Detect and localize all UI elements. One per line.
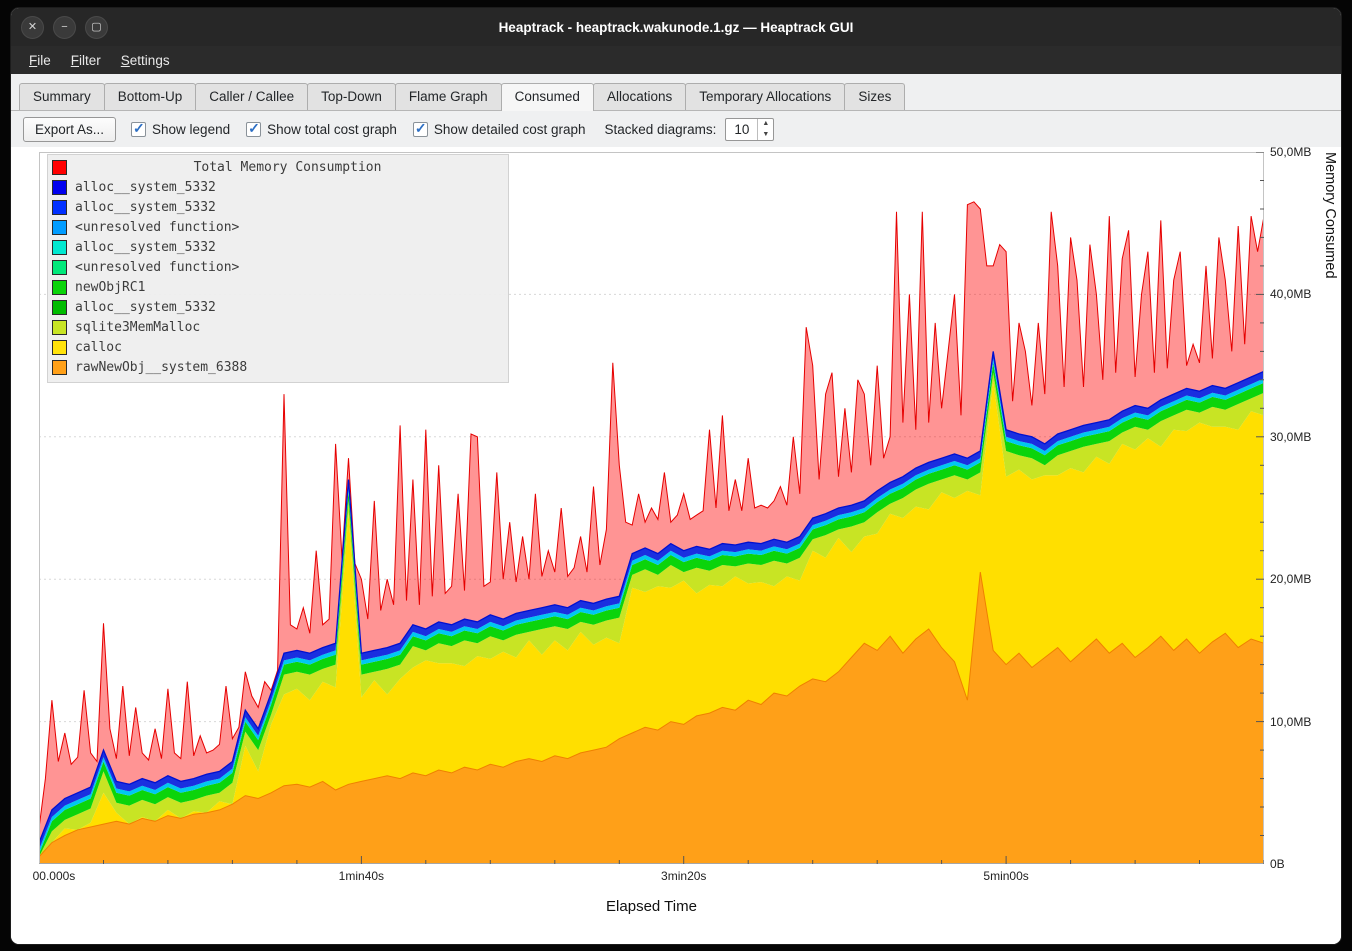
legend-swatch [52,260,67,275]
y-tick-label: 0B [1270,857,1285,871]
checkbox-show-total-cost-graph[interactable]: Show total cost graph [246,122,397,137]
x-tick-label: 5min00s [983,869,1028,883]
menu-settings[interactable]: Settings [111,49,180,72]
screen-background: ✕ − ▢ Heaptrack - heaptrack.wakunode.1.g… [0,0,1352,951]
legend-swatch [52,180,67,195]
legend-label: alloc__system_5332 [75,300,216,315]
checkbox-label: Show detailed cost graph [434,122,586,137]
legend-swatch-total [52,160,67,175]
legend-item: rawNewObj__system_6388 [52,360,500,375]
checkbox-label: Show legend [152,122,230,137]
maximize-icon: ▢ [91,22,101,33]
legend-label: alloc__system_5332 [75,180,216,195]
legend-label: sqlite3MemMalloc [75,320,200,335]
legend-item: newObjRC1 [52,280,500,295]
close-button[interactable]: ✕ [21,16,44,39]
stacked-diagrams-spinbox[interactable]: 10 ▲ ▼ [725,118,774,141]
legend-item: <unresolved function> [52,260,500,275]
legend-item: alloc__system_5332 [52,180,500,195]
legend-swatch [52,220,67,235]
x-tick-label: 3min20s [661,869,706,883]
app-window: ✕ − ▢ Heaptrack - heaptrack.wakunode.1.g… [10,7,1342,945]
spinbox-down-arrow[interactable]: ▼ [758,129,773,140]
checkbox-show-legend[interactable]: Show legend [131,122,230,137]
stacked-diagrams-label: Stacked diagrams: [605,122,717,137]
x-tick-label: 00.000s [33,869,76,883]
menu-file[interactable]: File [19,49,61,72]
legend-item: <unresolved function> [52,220,500,235]
y-tick-label: 50,0MB [1270,145,1311,159]
y-tick-label: 10,0MB [1270,715,1311,729]
legend-label: calloc [75,340,122,355]
tab-consumed[interactable]: Consumed [501,83,594,111]
legend-item: sqlite3MemMalloc [52,320,500,335]
tab-temporary-allocations[interactable]: Temporary Allocations [685,83,845,110]
toolbar: Export As... Show legend Show total cost … [11,111,1341,147]
x-axis-title: Elapsed Time [39,898,1264,915]
legend-swatch [52,340,67,355]
x-tick-label: 1min40s [339,869,384,883]
legend-swatch [52,300,67,315]
legend-label: newObjRC1 [75,280,145,295]
tabbar: SummaryBottom-UpCaller / CalleeTop-DownF… [11,74,1341,111]
minimize-button[interactable]: − [53,16,76,39]
y-tick-label: 20,0MB [1270,572,1311,586]
checkbox-label: Show total cost graph [267,122,397,137]
checkbox-box[interactable] [131,122,146,137]
titlebar: ✕ − ▢ Heaptrack - heaptrack.wakunode.1.g… [11,8,1341,46]
legend-swatch [52,280,67,295]
export-as-button[interactable]: Export As... [23,117,116,142]
tab-summary[interactable]: Summary [19,83,105,110]
legend-label: rawNewObj__system_6388 [75,360,247,375]
window-title: Heaptrack - heaptrack.wakunode.1.gz — He… [11,20,1341,35]
legend-title-row: Total Memory Consumption [52,160,500,175]
tab-flame-graph[interactable]: Flame Graph [395,83,502,110]
legend-swatch [52,320,67,335]
tab-allocations[interactable]: Allocations [593,83,686,110]
legend-item: alloc__system_5332 [52,240,500,255]
legend-item: alloc__system_5332 [52,200,500,215]
legend-label: alloc__system_5332 [75,240,216,255]
spinbox-arrows: ▲ ▼ [757,119,773,140]
minimize-icon: − [61,22,67,33]
toolbar-checkboxes: Show legend Show total cost graph Show det… [131,122,586,137]
y-axis-title: Memory Consumed [1322,152,1338,864]
legend-swatch [52,240,67,255]
legend-item: alloc__system_5332 [52,300,500,315]
legend-label: alloc__system_5332 [75,200,216,215]
tab-sizes[interactable]: Sizes [844,83,905,110]
spinbox-up-arrow[interactable]: ▲ [758,119,773,130]
y-tick-label: 40,0MB [1270,287,1311,301]
checkbox-box[interactable] [246,122,261,137]
checkbox-box[interactable] [413,122,428,137]
y-axis-labels: 0B10,0MB20,0MB30,0MB40,0MB50,0MB [1270,152,1330,864]
legend-label: <unresolved function> [75,260,239,275]
menubar: FileFilterSettings [11,46,1341,74]
tab-top-down[interactable]: Top-Down [307,83,396,110]
window-controls: ✕ − ▢ [21,16,108,39]
legend-swatch [52,360,67,375]
spinbox-value[interactable]: 10 [726,119,757,140]
checkbox-show-detailed-cost-graph[interactable]: Show detailed cost graph [413,122,586,137]
tab-bottom-up[interactable]: Bottom-Up [104,83,197,110]
legend-swatch [52,200,67,215]
menu-filter[interactable]: Filter [61,49,111,72]
x-axis-labels: 00.000s1min40s3min20s5min00s [39,869,1264,885]
maximize-button[interactable]: ▢ [85,16,108,39]
chart-legend: Total Memory Consumption alloc__system_53… [47,154,509,383]
y-tick-label: 30,0MB [1270,430,1311,444]
legend-item: calloc [52,340,500,355]
legend-title: Total Memory Consumption [75,160,500,175]
tab-caller-callee[interactable]: Caller / Callee [195,83,308,110]
legend-label: <unresolved function> [75,220,239,235]
chart-region: Total Memory Consumption alloc__system_53… [11,147,1341,944]
close-icon: ✕ [28,22,37,33]
